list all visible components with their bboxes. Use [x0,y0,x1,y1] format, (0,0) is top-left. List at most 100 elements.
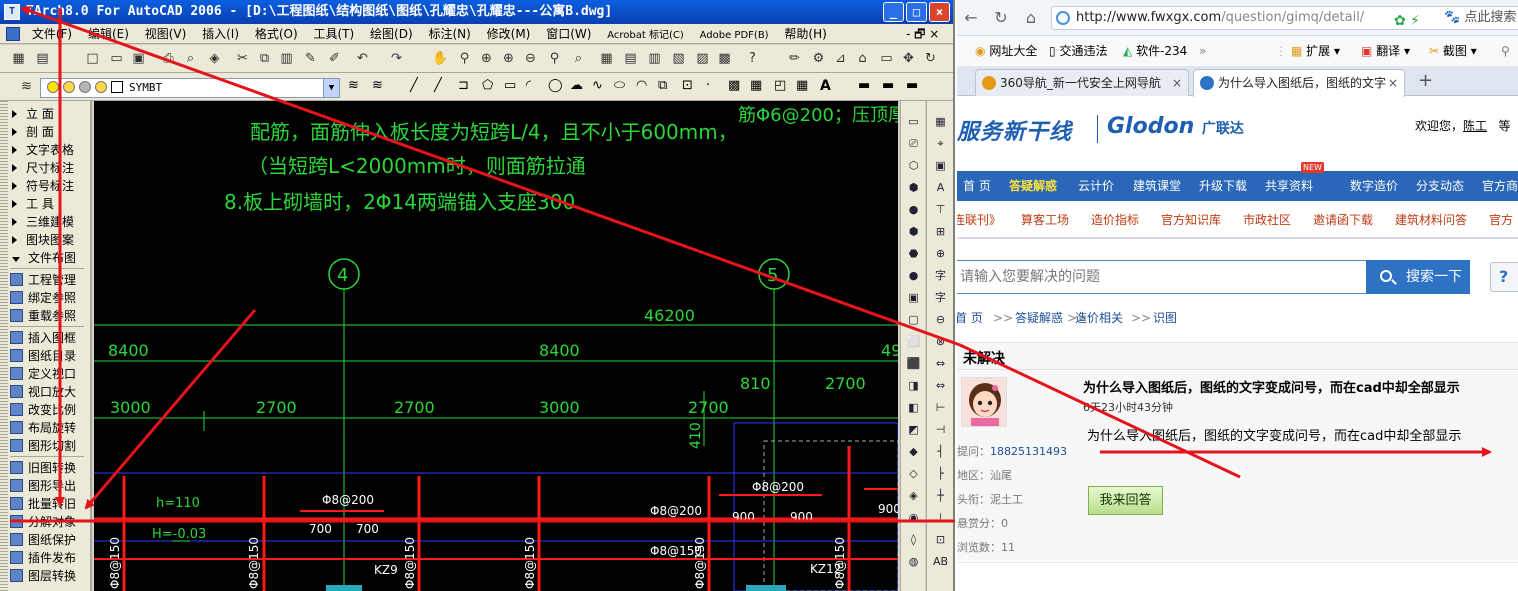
tarch-item-4[interactable]: 符号标注 [10,177,88,195]
xline-icon[interactable]: ╱ [434,78,442,93]
zoom-in-icon[interactable]: ⊕ [500,50,517,67]
tarch-item-23[interactable]: 图纸保护 [10,531,88,549]
close-button[interactable]: × [929,2,950,22]
polygon-icon[interactable]: ⬠ [482,78,493,93]
mirror-icon[interactable]: ⊿ [832,50,849,67]
gradient-icon[interactable]: ▦ [750,78,762,93]
tarch-tool-icon-b[interactable]: ▬ [882,78,894,93]
3d-tool-icon[interactable]: ● [905,201,922,218]
welcome-more[interactable]: 等 [1498,119,1510,133]
3d-tool-icon[interactable]: ◧ [905,399,922,416]
subnav-invitation[interactable]: 邀请函下载 [1313,201,1373,239]
3d-tool-icon[interactable]: ◇ [905,465,922,482]
tab-question[interactable]: 为什么导入图纸后，图纸的文字 × [1193,69,1405,97]
tarch-annotation-icon[interactable]: ⊖ [932,311,949,328]
subnav-knowledge[interactable]: 官方知识库 [1161,201,1221,239]
markup-icon[interactable]: ▨ [694,50,711,67]
tarch-annotation-icon[interactable]: ⊡ [932,531,949,548]
back-icon[interactable]: ← [961,8,981,28]
3d-tool-icon[interactable]: ◊ [905,531,922,548]
avatar[interactable] [961,377,1007,427]
tarch-item-10[interactable]: 绑定参照 [10,289,88,307]
nav-home[interactable]: 首 页 [963,171,991,201]
tarch-tool-icon-a[interactable]: ▬ [858,78,870,93]
tarch-annotation-icon[interactable]: ┤ [932,443,949,460]
block-editor-icon[interactable]: ✐ [326,50,343,67]
tarch-annotation-icon[interactable]: ├ [932,465,949,482]
home-icon[interactable]: ⌂ [1021,8,1041,28]
tarch-annotation-icon[interactable]: ▦ [932,113,949,130]
answer-button[interactable]: 我来回答 [1088,486,1163,515]
zoom-window-icon[interactable]: ⊕ [478,50,495,67]
tab-360-nav[interactable]: 360导航_新一代安全上网导航 × [975,69,1189,96]
rectangle-icon[interactable]: ▭ [504,78,516,93]
menu-window[interactable]: 窗口(W) [540,24,597,44]
nav-digital-cost[interactable]: 数字造价 [1350,171,1398,201]
tarch-annotation-icon[interactable]: ⇔ [932,377,949,394]
menu-tools[interactable]: 工具(T) [308,24,361,44]
insert-block-icon[interactable]: ⧉ [658,78,667,93]
search-box[interactable]: 🐾 点此搜索 [1444,7,1516,29]
3d-tool-icon[interactable]: ◨ [905,377,922,394]
site-logo-text[interactable]: 服务新干线 [957,114,1072,146]
tarch-annotation-icon[interactable]: 字 [932,289,949,306]
pan-icon[interactable]: ✋ [432,50,449,67]
menu-edit[interactable]: 编辑(E) [82,24,135,44]
search-icon[interactable]: ⚲ [1501,37,1510,65]
tarch-item-9[interactable]: 工程管理 [10,271,88,289]
3d-tool-icon[interactable]: ⎚ [905,135,922,152]
subnav-official[interactable]: 官方 [1489,201,1513,239]
subnav-cost-index[interactable]: 造价指标 [1091,201,1139,239]
glodon-logo[interactable]: Glodon 广联达 [1107,114,1244,139]
offset-icon[interactable]: ▭ [878,50,895,67]
tarch-annotation-icon[interactable]: ⌖ [932,135,949,152]
tarch-icon-b[interactable]: ▤ [34,50,51,67]
mtext-icon[interactable]: A [820,78,831,94]
menu-draw[interactable]: 绘图(D) [364,24,419,44]
panel-grip[interactable] [0,101,8,591]
3d-tool-icon[interactable]: ⬣ [905,245,922,262]
layer-dropdown[interactable]: SYMBT ▼ [40,78,340,98]
3d-tool-icon[interactable]: ▭ [905,113,922,130]
zoom-previous-icon[interactable]: ⚲ [546,50,563,67]
tarch-item-1[interactable]: 剖 面 [10,123,88,141]
tool-palette-icon[interactable]: ▥ [646,50,663,67]
match-prop-icon[interactable]: ✎ [302,50,319,67]
menu-insert[interactable]: 插入(I) [196,24,245,44]
draw-tool-icon-b[interactable]: ⚙ [810,50,827,67]
3d-tool-icon[interactable]: ⬢ [905,223,922,240]
paste-icon[interactable]: ▥ [278,50,295,67]
tarch-item-0[interactable]: 立 面 [10,105,88,123]
undo-icon[interactable]: ↶ [354,50,371,67]
ellipse-arc-icon[interactable]: ◠ [636,78,647,93]
bookmark-nav[interactable]: ◉ 网址大全 [975,37,1037,65]
point-icon[interactable]: · [706,78,710,93]
menu-dimension[interactable]: 标注(N) [422,24,476,44]
tarch-item-7[interactable]: 图块图案 [10,231,88,249]
3d-tool-icon[interactable]: ▢ [905,311,922,328]
tarch-annotation-icon[interactable]: ▣ [932,157,949,174]
zoom-extents-icon[interactable]: ⌕ [570,50,587,67]
3d-tool-icon[interactable]: ◍ [905,553,922,570]
tarch-item-12[interactable]: 插入图框 [10,329,88,347]
tarch-annotation-icon[interactable]: ⊕ [932,245,949,262]
cut-icon[interactable]: ✂ [234,50,251,67]
tarch-annotation-icon[interactable]: A [932,179,949,196]
drawing-canvas[interactable]: 配筋，面筋伸入板长度为短跨L/4，且不小于600mm， （当短跨L<2000mm… [94,101,898,591]
screenshot-button[interactable]: ✂ 截图 ▾ [1429,37,1477,65]
subnav-suanke[interactable]: 算客工场 [1021,201,1069,239]
bookmark-software[interactable]: ◭ 软件-234 [1123,37,1187,65]
address-bar[interactable]: http://www.fwxgx.com/question/gimq/detai… [1051,6,1518,30]
tarch-item-15[interactable]: 视口放大 [10,383,88,401]
new-file-icon[interactable]: □ [84,50,101,67]
array-icon[interactable]: ⌂ [854,50,871,67]
print-icon[interactable]: ⎙ [160,50,177,67]
nav-building-class[interactable]: 建筑课堂 [1133,171,1181,201]
publish-icon[interactable]: ◈ [206,50,223,67]
tarch-icon-a[interactable]: ▦ [10,50,27,67]
tarch-item-8[interactable]: 文件布图 [10,249,88,267]
chevron-down-icon[interactable]: ▼ [323,79,339,97]
help-icon[interactable]: ? [744,50,761,67]
tarch-item-20[interactable]: 图形导出 [10,477,88,495]
revcloud-icon[interactable]: ☁ [570,78,583,93]
